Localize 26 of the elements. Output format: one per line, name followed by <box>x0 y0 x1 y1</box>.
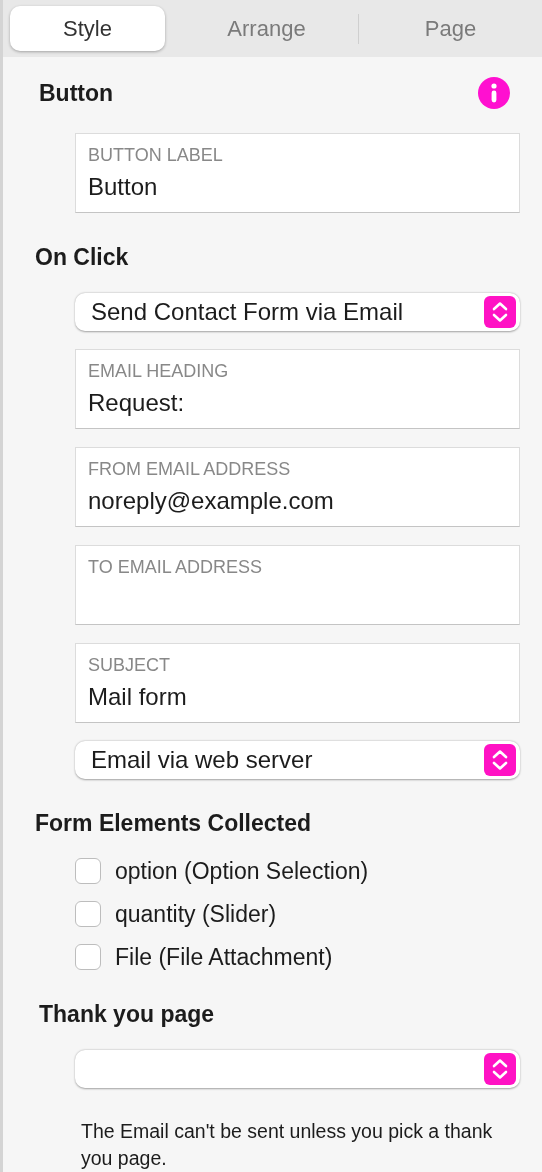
checkbox[interactable] <box>75 901 101 927</box>
tab[interactable]: Page <box>359 6 542 51</box>
checkbox-label: File (File Attachment) <box>115 943 333 971</box>
checkbox[interactable] <box>75 944 101 970</box>
info-icon[interactable] <box>478 77 510 109</box>
chevron-updown-icon <box>484 296 516 328</box>
dropdown[interactable]: Send Contact Form via Email <box>75 293 520 331</box>
section-heading: Form Elements Collected <box>35 809 312 837</box>
checkbox-label: quantity (Slider) <box>115 900 277 928</box>
warning-text: The Email can't be sent unless you pick a thank you page. <box>81 1119 494 1171</box>
text-field[interactable]: FROM EMAIL ADDRESS noreply@example.com <box>75 447 520 527</box>
chevron-updown-icon <box>484 744 516 776</box>
checkbox[interactable] <box>75 858 101 884</box>
text-field[interactable]: SUBJECT Mail form <box>75 643 520 723</box>
chevron-updown-icon <box>484 1053 516 1085</box>
text-field[interactable]: BUTTON LABEL Button <box>75 133 520 213</box>
section-heading: Thank you page <box>39 1000 215 1028</box>
text-field[interactable]: TO EMAIL ADDRESS <box>75 545 520 625</box>
dropdown[interactable]: Email via web server <box>75 741 520 779</box>
tab[interactable]: Arrange <box>175 6 358 51</box>
checkbox-label: option (Option Selection) <box>115 857 369 885</box>
text-field[interactable]: EMAIL HEADING Request: <box>75 349 520 429</box>
section-heading: Button <box>39 79 114 107</box>
tab[interactable]: Style <box>10 6 165 51</box>
dropdown[interactable] <box>75 1050 520 1088</box>
section-heading: On Click <box>35 243 129 271</box>
